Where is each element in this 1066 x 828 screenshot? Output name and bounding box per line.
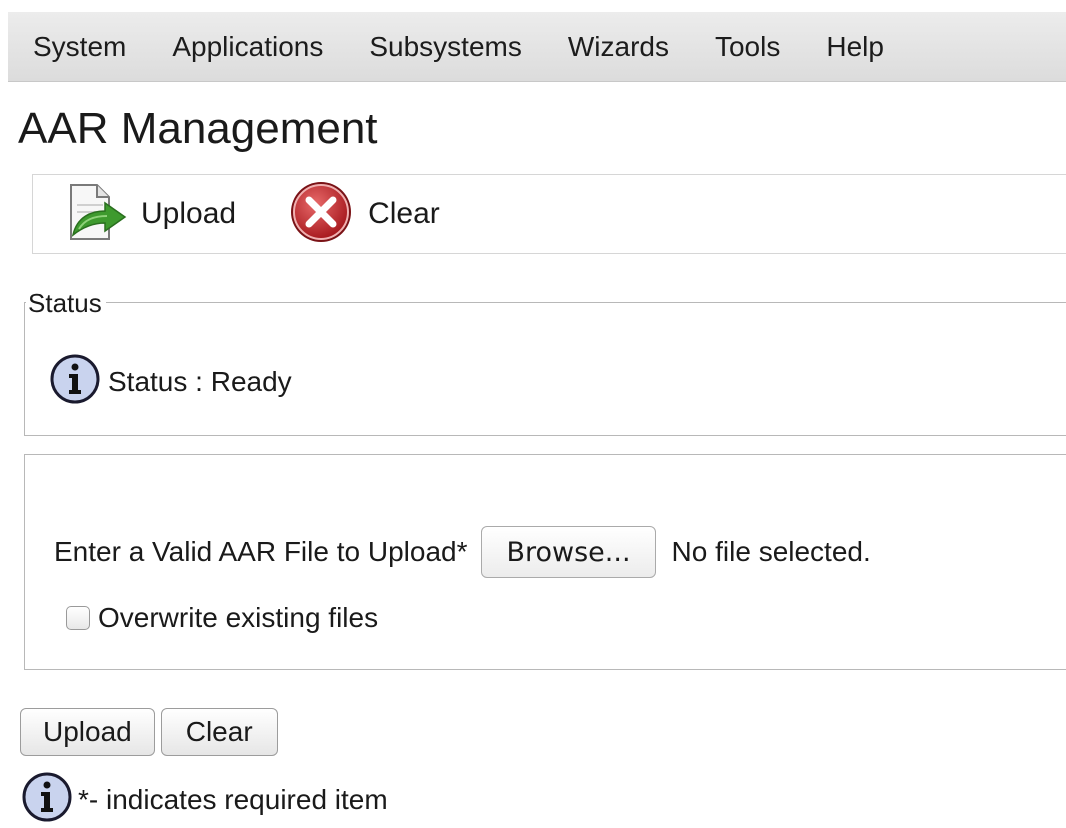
- toolbar: Upload Clear: [32, 174, 1066, 254]
- menu-help[interactable]: Help: [803, 31, 907, 63]
- page-title: AAR Management: [18, 104, 378, 153]
- file-status: No file selected.: [671, 536, 871, 567]
- aar-management-page: System Applications Subsystems Wizards T…: [0, 0, 1066, 828]
- file-row: Enter a Valid AAR File to Upload* Browse…: [54, 526, 871, 578]
- menu-bar: System Applications Subsystems Wizards T…: [8, 12, 1066, 82]
- overwrite-row: Overwrite existing files: [66, 602, 378, 634]
- menu-applications[interactable]: Applications: [149, 31, 346, 63]
- form-buttons: Upload Clear: [20, 708, 278, 756]
- toolbar-upload-label: Upload: [141, 197, 237, 230]
- status-text: Status : Ready: [108, 365, 292, 397]
- overwrite-label[interactable]: Overwrite existing files: [98, 602, 378, 634]
- required-note-text: *- indicates required item: [78, 783, 388, 815]
- menu-wizards[interactable]: Wizards: [545, 31, 692, 63]
- overwrite-checkbox[interactable]: [66, 606, 90, 630]
- toolbar-clear-button[interactable]: Clear: [288, 179, 440, 250]
- status-row: Status : Ready: [50, 354, 292, 409]
- menu-subsystems[interactable]: Subsystems: [346, 31, 545, 63]
- info-icon: [50, 354, 100, 409]
- upload-button[interactable]: Upload: [20, 708, 155, 756]
- required-note: *- indicates required item: [22, 772, 388, 827]
- red-x-circle-icon: [288, 179, 354, 250]
- toolbar-clear-label: Clear: [368, 197, 440, 230]
- upload-document-icon: [63, 181, 129, 248]
- info-icon: [22, 772, 72, 827]
- toolbar-upload-button[interactable]: Upload: [63, 181, 236, 248]
- status-legend: Status: [26, 288, 106, 319]
- menu-system[interactable]: System: [8, 31, 149, 63]
- menu-tools[interactable]: Tools: [692, 31, 803, 63]
- clear-button[interactable]: Clear: [160, 708, 278, 756]
- file-label: Enter a Valid AAR File to Upload*: [54, 536, 468, 567]
- browse-button[interactable]: Browse...: [481, 526, 656, 578]
